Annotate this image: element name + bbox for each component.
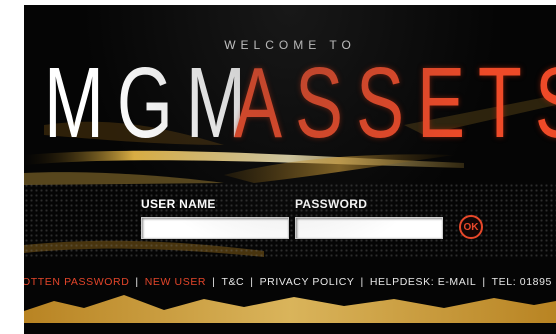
brand-logo-assets: ASSETS bbox=[234, 47, 556, 159]
password-label: PASSWORD bbox=[295, 197, 368, 211]
ok-button[interactable]: OK bbox=[459, 215, 483, 239]
password-input[interactable] bbox=[295, 217, 443, 239]
forgotten-password-link[interactable]: OTTEN PASSWORD bbox=[24, 276, 129, 288]
telephone-text: TEL: 01895 bbox=[491, 276, 552, 288]
link-separator: | bbox=[482, 276, 486, 288]
brand-logo: MGM ASSETS bbox=[44, 53, 556, 153]
link-separator: | bbox=[212, 276, 216, 288]
privacy-policy-link[interactable]: PRIVACY POLICY bbox=[260, 276, 355, 288]
new-user-link[interactable]: NEW USER bbox=[145, 276, 206, 288]
brand-logo-mgm: MGM bbox=[44, 47, 259, 159]
link-separator: | bbox=[360, 276, 364, 288]
username-input[interactable] bbox=[141, 217, 289, 239]
link-separator: | bbox=[250, 276, 254, 288]
footer-links: OTTEN PASSWORD | NEW USER | T&C | PRIVACY POLI… bbox=[24, 276, 556, 290]
terms-link[interactable]: T&C bbox=[221, 276, 244, 288]
link-separator: | bbox=[135, 276, 139, 288]
username-label: USER NAME bbox=[141, 197, 216, 211]
login-page: WELCOME TO MGM ASSETS USER NAME PASSWORD… bbox=[24, 5, 556, 334]
helpdesk-email-link[interactable]: HELPDESK: E-MAIL bbox=[370, 276, 476, 288]
